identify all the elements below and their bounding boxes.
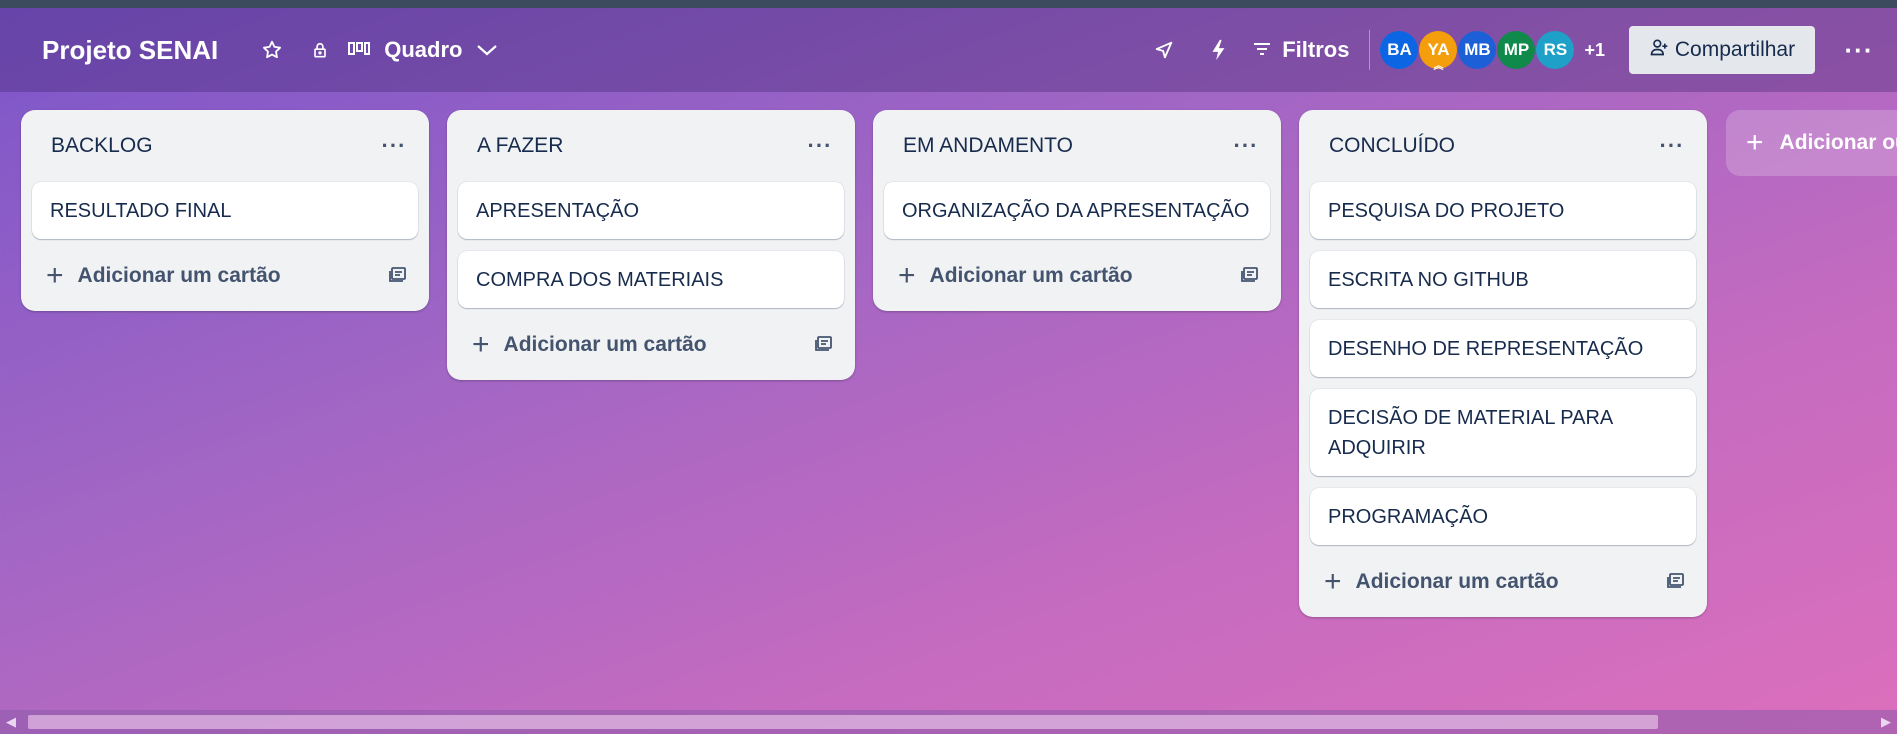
list-card[interactable]: RESULTADO FINAL <box>32 182 418 239</box>
filters-button[interactable]: Filtros <box>1252 37 1349 63</box>
lock-icon[interactable] <box>300 30 340 70</box>
plus-icon: + <box>898 259 916 292</box>
list-card[interactable]: ORGANIZAÇÃO DA APRESENTAÇÃO <box>884 182 1270 239</box>
view-switcher[interactable]: Quadro <box>348 37 498 63</box>
board-view-icon <box>348 37 371 63</box>
list-card[interactable]: PESQUISA DO PROJETO <box>1310 182 1696 239</box>
plus-icon: + <box>1746 126 1764 159</box>
more-members-count[interactable]: +1 <box>1584 40 1605 61</box>
scroll-right-icon[interactable]: ▶ <box>1871 710 1891 734</box>
avatar[interactable]: MB <box>1458 31 1497 69</box>
scroll-left-icon[interactable]: ◀ <box>6 710 26 734</box>
add-card-label: Adicionar um cartão <box>929 264 1133 287</box>
add-card-button[interactable]: + Adicionar um cartão <box>898 261 1133 291</box>
add-card-button[interactable]: + Adicionar um cartão <box>46 261 281 291</box>
admin-chevron-icon: ︽ <box>1433 61 1444 72</box>
list-menu-icon[interactable]: ··· <box>378 133 410 159</box>
add-list-label: Adicionar ou <box>1779 131 1897 154</box>
list-backlog: BACKLOG ··· RESULTADO FINAL + Adicionar … <box>21 110 429 311</box>
list-title[interactable]: EM ANDAMENTO <box>903 134 1073 158</box>
list-header: CONCLUÍDO ··· <box>1310 110 1696 182</box>
more-menu-icon[interactable]: ··· <box>1839 35 1879 66</box>
list-card[interactable]: COMPRA DOS MATERIAIS <box>458 251 844 308</box>
avatar[interactable]: BA <box>1380 31 1419 69</box>
avatar[interactable]: YA ︽ <box>1419 31 1458 72</box>
list-menu-icon[interactable]: ··· <box>804 133 836 159</box>
add-list-button[interactable]: + Adicionar ou <box>1726 110 1897 176</box>
card-template-icon[interactable] <box>814 334 834 357</box>
lightning-icon[interactable] <box>1198 30 1238 70</box>
card-template-icon[interactable] <box>1240 265 1260 288</box>
list-title[interactable]: BACKLOG <box>51 134 153 158</box>
add-card-label: Adicionar um cartão <box>77 264 281 287</box>
plus-icon: + <box>472 328 490 361</box>
card-template-icon[interactable] <box>1666 571 1686 594</box>
star-icon[interactable] <box>252 30 292 70</box>
list-header: BACKLOG ··· <box>32 110 418 182</box>
share-label: Compartilhar <box>1674 38 1796 61</box>
filter-icon <box>1252 37 1282 63</box>
plus-icon: + <box>1324 565 1342 598</box>
list-card[interactable]: PROGRAMAÇÃO <box>1310 488 1696 545</box>
add-card-label: Adicionar um cartão <box>503 333 707 356</box>
share-button[interactable]: Compartilhar <box>1629 26 1815 74</box>
chevron-down-icon <box>476 37 498 63</box>
board-header: Projeto SENAI Quadro Filtros BA YA ︽ MB … <box>0 8 1897 92</box>
rocket-icon[interactable] <box>1144 30 1184 70</box>
list-title[interactable]: A FAZER <box>477 134 563 158</box>
view-label: Quadro <box>384 37 463 62</box>
plus-icon: + <box>46 259 64 292</box>
header-divider <box>1369 30 1371 70</box>
horizontal-scrollbar[interactable]: ◀ ▶ <box>0 710 1897 734</box>
list-menu-icon[interactable]: ··· <box>1656 133 1688 159</box>
add-card-row: + Adicionar um cartão <box>32 249 418 303</box>
add-person-icon <box>1649 37 1675 63</box>
list-card[interactable]: APRESENTAÇÃO <box>458 182 844 239</box>
card-template-icon[interactable] <box>388 265 408 288</box>
list-header: A FAZER ··· <box>458 110 844 182</box>
avatar[interactable]: RS <box>1536 31 1575 69</box>
avatar[interactable]: MP <box>1497 31 1536 69</box>
add-card-button[interactable]: + Adicionar um cartão <box>472 330 707 360</box>
add-card-label: Adicionar um cartão <box>1355 570 1559 593</box>
list-title[interactable]: CONCLUÍDO <box>1329 134 1455 158</box>
scrollbar-thumb[interactable] <box>28 715 1658 729</box>
add-card-row: + Adicionar um cartão <box>1310 555 1696 609</box>
list-card[interactable]: ESCRITA NO GITHUB <box>1310 251 1696 308</box>
list-menu-icon[interactable]: ··· <box>1230 133 1262 159</box>
list-card[interactable]: DESENHO DE REPRESENTAÇÃO <box>1310 320 1696 377</box>
list-concluido: CONCLUÍDO ··· PESQUISA DO PROJETO ESCRIT… <box>1299 110 1707 617</box>
header-actions: Filtros BA YA ︽ MB MP RS +1 Compartilhar … <box>1144 8 1897 92</box>
add-card-row: + Adicionar um cartão <box>884 249 1270 303</box>
list-header: EM ANDAMENTO ··· <box>884 110 1270 182</box>
list-a-fazer: A FAZER ··· APRESENTAÇÃO COMPRA DOS MATE… <box>447 110 855 380</box>
member-avatars: BA YA ︽ MB MP RS <box>1380 31 1575 72</box>
filters-label: Filtros <box>1282 37 1350 62</box>
add-card-row: + Adicionar um cartão <box>458 318 844 372</box>
browser-top-edge <box>0 0 1897 8</box>
list-card[interactable]: DECISÃO DE MATERIAL PARA ADQUIRIR <box>1310 389 1696 476</box>
add-card-button[interactable]: + Adicionar um cartão <box>1324 567 1559 597</box>
list-em-andamento: EM ANDAMENTO ··· ORGANIZAÇÃO DA APRESENT… <box>873 110 1281 311</box>
board-title[interactable]: Projeto SENAI <box>42 35 218 66</box>
